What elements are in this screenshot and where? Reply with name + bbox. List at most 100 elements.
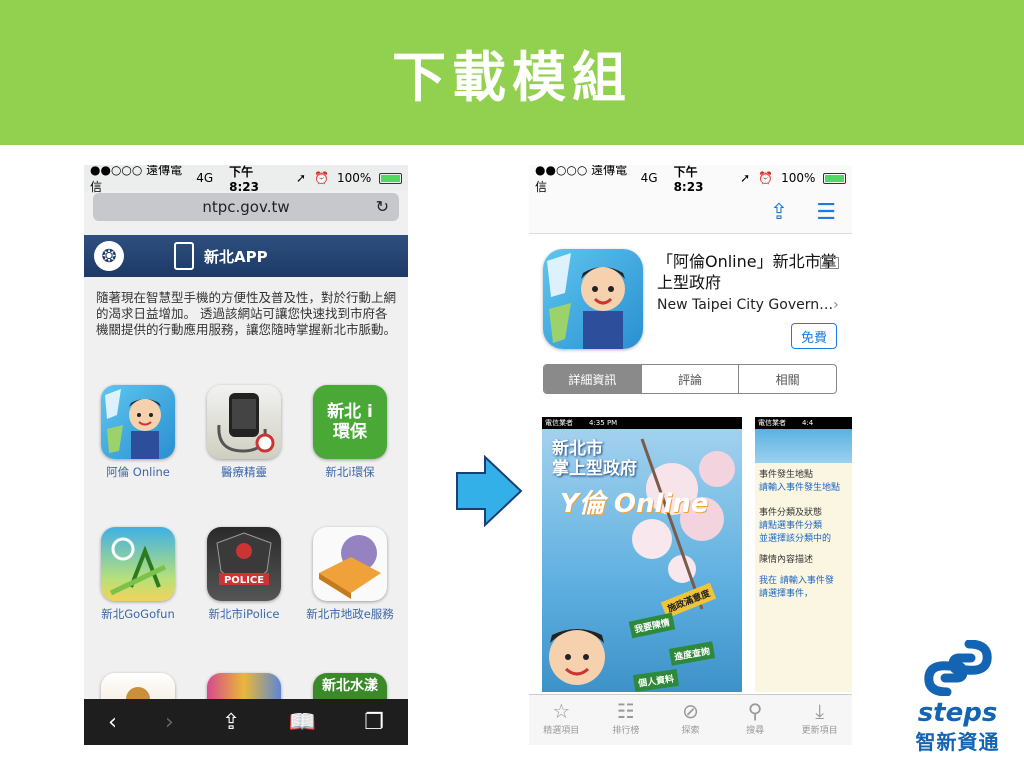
appstore-phone-screenshot: ●●○○○ 遠傳電信 4G 下午8:23 ➚ ⏰ 100% ⇪ ☰ 「阿倫Onl… (529, 165, 852, 745)
steps-mark-icon (923, 639, 992, 697)
form-label: 陳情內容描述 (759, 555, 814, 565)
compass-icon: ⊘ (682, 699, 699, 723)
search-icon: ⚲ (747, 699, 763, 723)
brand-chinese: 智新資通 (915, 730, 1000, 754)
battery-icon (379, 172, 402, 184)
app-tile-ahlun[interactable]: 阿倫 Online (88, 385, 188, 479)
reload-icon[interactable]: ↻ (376, 197, 389, 216)
form-label: 事件分類及狀態 (759, 508, 823, 518)
title-banner: 下載模組 (0, 0, 1024, 145)
screenshot-preview-1[interactable]: 電信業者 4:35 PM 新北市 掌上型政府 Y倫 Online 施政滿意度 我… (542, 417, 742, 692)
battery-label: 100% (781, 171, 816, 185)
app-label: 新北市iPolice (208, 607, 280, 621)
app-label: 阿倫 Online (106, 465, 170, 479)
form-value: 請點選事件分類 (759, 521, 823, 531)
app-label: 新北i環保 (325, 465, 375, 479)
app-label: 新北GoGofun (101, 607, 175, 621)
form-value: 我在 請輸入事件發 (759, 576, 834, 586)
carrier-label: ●●○○○ 遠傳電信 (535, 165, 628, 194)
app-label: 醫療精靈 (221, 465, 267, 479)
vendor-link[interactable]: New Taipei City Govern…› (657, 297, 839, 313)
brand-name: steps (917, 698, 998, 728)
segment-related[interactable]: 相關 (738, 365, 836, 393)
app-tile-gogofun[interactable]: 新北GoGofun (88, 527, 188, 621)
appstore-top-bar: ⇪ ☰ (529, 191, 852, 234)
slide-title: 下載模組 (392, 46, 632, 109)
gogofun-icon (101, 527, 175, 601)
safari-toolbar: ‹ › ⇪ 📖 ❐ (84, 699, 408, 745)
age-rating-badge: 4+ (820, 257, 840, 269)
tab-label: 更新項目 (801, 726, 838, 736)
app-tile-medical[interactable]: 醫療精靈 (194, 385, 294, 479)
chevron-right-icon: › (833, 297, 839, 313)
app-tile-land[interactable]: 新北市地政e服務 (300, 527, 400, 621)
stethoscope-phone-icon (207, 385, 281, 459)
mini-carrier: 電信業者 (758, 419, 786, 427)
location-icon: ➚ (740, 171, 751, 185)
ahlun-icon (101, 385, 175, 459)
share-icon[interactable]: ⇪ (222, 710, 240, 735)
location-icon: ➚ (295, 171, 306, 185)
bookmarks-icon[interactable]: 📖 (289, 710, 316, 735)
form-preview: 事件發生地點 請輸入事件發生地點 事件分類及狀態 請點選事件分類 並選擇該分類中… (755, 463, 852, 607)
icon-text: 新北水漾 (322, 678, 378, 694)
list-icon[interactable]: ☰ (816, 200, 836, 225)
app-tile-ipolice[interactable]: POLICE 新北市iPolice (194, 527, 294, 621)
sky-header (755, 429, 852, 463)
mini-time: 4:35 PM (589, 419, 618, 427)
segment-reviews[interactable]: 評論 (640, 365, 739, 393)
app-tile-ienv[interactable]: 新北 i環保 新北i環保 (300, 385, 400, 479)
app-label: 新北市地政e服務 (306, 607, 394, 621)
tab-search[interactable]: ⚲ 搜尋 (723, 695, 788, 745)
time-label: 下午8:23 (673, 165, 704, 194)
steps-brand-logo: steps 智新資通 (905, 639, 1010, 754)
tab-label: 探索 (681, 726, 700, 736)
form-label: 事件發生地點 (759, 470, 814, 480)
vendor-name: New Taipei City Govern… (657, 297, 834, 313)
safari-phone-screenshot: ●●○○○ 遠傳電信 4G 下午8:23 ➚ ⏰ 100% ntpc.gov.t… (84, 165, 408, 745)
battery-label: 100% (336, 171, 372, 185)
form-value: 請選擇事件， (759, 589, 814, 599)
url-text: ntpc.gov.tw (202, 198, 290, 216)
battery-icon (823, 172, 847, 184)
tabs-icon[interactable]: ❐ (364, 710, 384, 735)
mini-time: 4:4 (802, 419, 814, 427)
alarm-icon: ⏰ (758, 171, 774, 185)
tab-updates[interactable]: ⤓ 更新項目 (787, 695, 852, 745)
segment-details[interactable]: 詳細資訊 (544, 365, 641, 393)
segment-control: 詳細資訊 評論 相關 (543, 364, 837, 394)
xinbei-ienv-icon: 新北 i環保 (313, 385, 387, 459)
nav-title: 新北APP (204, 247, 268, 266)
alarm-icon: ⏰ (314, 171, 329, 185)
site-nav-bar: ❂ 新北APP (84, 235, 408, 277)
network-label: 4G (196, 171, 214, 185)
ntpc-logo-icon[interactable]: ❂ (94, 241, 124, 271)
url-bar[interactable]: ntpc.gov.tw ↻ (93, 193, 399, 221)
forward-icon[interactable]: › (165, 710, 174, 735)
tab-explore[interactable]: ⊘ 探索 (658, 695, 723, 745)
tab-charts[interactable]: ☷ 排行榜 (594, 695, 659, 745)
title-line-1: 新北市 (552, 439, 603, 459)
mini-carrier: 電信業者 (545, 419, 573, 427)
icon-text: 新北 i環保 (327, 402, 373, 442)
online-logo: Y倫 Online (560, 489, 709, 519)
app-icon (543, 249, 643, 349)
screenshot-preview-2[interactable]: 電信業者 4:4 事件發生地點 請輸入事件發生地點 事件分類及狀態 請點選事件分… (755, 417, 852, 692)
police-icon: POLICE (207, 527, 281, 601)
mini-status-bar: 電信業者 4:35 PM (542, 417, 742, 429)
mini-status-bar: 電信業者 4:4 (755, 417, 852, 429)
star-icon: ☆ (552, 699, 571, 723)
title-line-2: 掌上型政府 (552, 459, 637, 479)
tab-label: 排行榜 (612, 726, 640, 736)
tab-featured[interactable]: ☆ 精選項目 (529, 695, 594, 745)
intro-text: 隨著現在智慧型手機的方便性及普及性，對於行動上網的渴求日益增加。 透過該網站可讓… (96, 290, 397, 337)
network-label: 4G (640, 171, 658, 185)
back-icon[interactable]: ‹ (108, 710, 117, 735)
screenshot-title: 新北市 掌上型政府 (552, 439, 637, 479)
tab-label: 搜尋 (746, 726, 765, 736)
form-value: 並選擇該分類中的 (759, 534, 832, 544)
share-icon[interactable]: ⇪ (770, 200, 788, 225)
appstore-tab-bar: ☆ 精選項目 ☷ 排行榜 ⊘ 探索 ⚲ 搜尋 ⤓ 更新項目 (529, 694, 852, 745)
get-free-button[interactable]: 免費 (791, 323, 837, 349)
svg-text:POLICE: POLICE (224, 575, 264, 586)
